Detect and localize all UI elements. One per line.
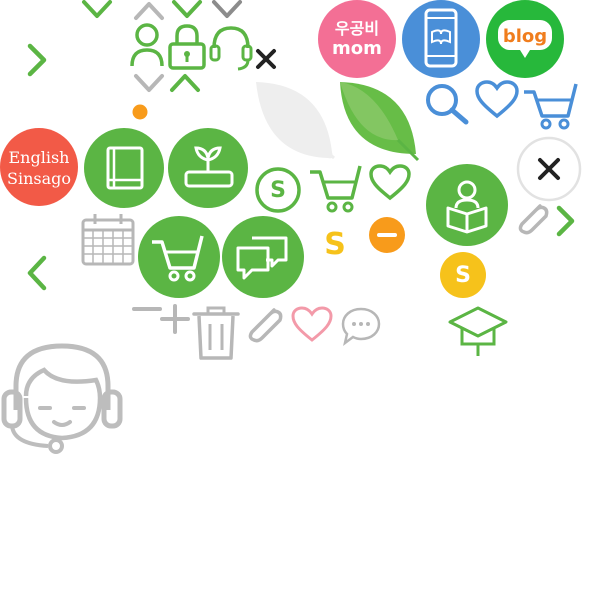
paperclip-icon[interactable] — [514, 200, 552, 238]
leaf-icon — [254, 80, 336, 162]
coin-label: S — [455, 262, 471, 288]
plus-icon[interactable] — [160, 304, 190, 334]
close-button[interactable] — [516, 136, 582, 202]
coin-label: S — [270, 177, 286, 203]
heart-icon[interactable] — [474, 80, 520, 120]
mom-label: mom — [332, 37, 382, 59]
sprout-badge[interactable] — [168, 128, 248, 208]
graduation-cap-icon[interactable] — [448, 304, 508, 358]
trash-icon[interactable] — [192, 304, 240, 362]
speech-bubble-icon[interactable] — [340, 306, 382, 347]
chevron-right-icon[interactable] — [554, 204, 578, 238]
chevron-up-icon[interactable] — [132, 0, 166, 22]
chevron-left-icon[interactable] — [22, 254, 50, 292]
chevron-down-icon[interactable] — [210, 0, 244, 22]
chevron-down-icon[interactable] — [80, 0, 114, 22]
cart-badge[interactable] — [138, 216, 220, 298]
chevron-down-icon[interactable] — [132, 72, 166, 94]
close-icon[interactable] — [255, 48, 277, 70]
lock-icon[interactable] — [166, 22, 208, 72]
chevron-down-icon[interactable] — [170, 0, 204, 22]
dot-icon — [132, 104, 148, 120]
book-badge[interactable] — [84, 128, 164, 208]
chevron-up-icon[interactable] — [168, 72, 202, 94]
mobile-book-badge[interactable] — [402, 0, 480, 78]
heart-icon[interactable] — [368, 164, 412, 202]
paperclip-icon[interactable] — [244, 304, 286, 346]
chevron-right-icon[interactable] — [24, 42, 50, 78]
minus-icon[interactable] — [132, 304, 162, 314]
calendar-icon[interactable] — [80, 212, 136, 268]
search-icon[interactable] — [424, 82, 472, 126]
heart-icon[interactable] — [290, 306, 334, 344]
coin-label: S — [324, 226, 346, 262]
blog-label: blog — [502, 25, 548, 47]
counselor-icon — [0, 340, 124, 458]
cart-icon[interactable] — [522, 80, 580, 130]
english-label: English — [8, 147, 70, 167]
cart-icon[interactable] — [308, 162, 364, 214]
chat-badge[interactable] — [222, 216, 304, 298]
user-icon[interactable] — [128, 22, 166, 68]
headset-icon[interactable] — [208, 22, 254, 72]
remove-button[interactable] — [368, 216, 406, 254]
leaf-icon — [338, 80, 420, 162]
sinsago-label: Sinsago — [6, 168, 71, 188]
reader-badge[interactable] — [426, 164, 508, 246]
